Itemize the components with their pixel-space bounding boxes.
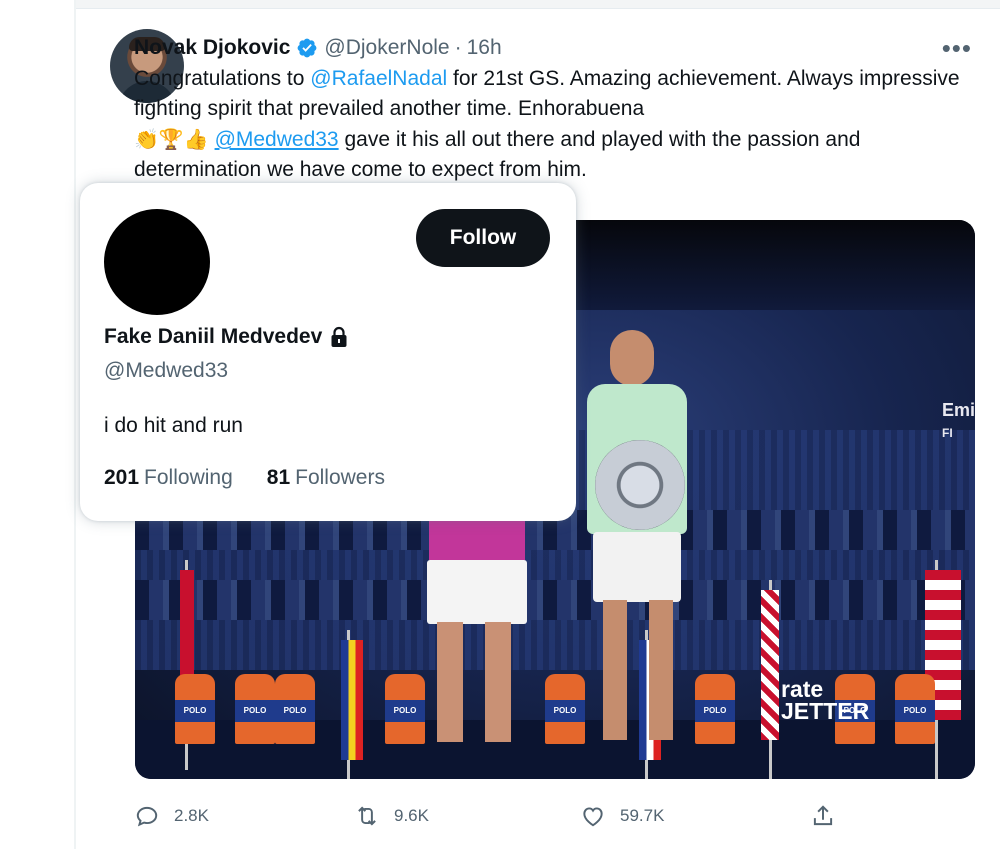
mention-rafaelnadal-link[interactable]: @RafaelNadal: [310, 67, 447, 90]
like-icon: [583, 807, 603, 827]
ball-kid: POLO: [275, 674, 315, 744]
hover-card-avatar[interactable]: [104, 209, 210, 315]
hover-card-stats: 201 Following 81 Followers: [104, 466, 385, 490]
polo-strip: POLO: [275, 700, 315, 722]
followers-stat[interactable]: 81 Followers: [267, 466, 385, 490]
timeline-top-divider: [76, 0, 1000, 9]
following-count: 201: [104, 466, 140, 489]
like-button[interactable]: 59.7K: [580, 798, 664, 834]
author-name[interactable]: Novak Djokovic: [134, 36, 290, 60]
player-left-figure: [415, 520, 535, 779]
following-label: Following: [144, 466, 233, 489]
retweet-count: 9.6K: [394, 806, 429, 825]
flag: [341, 640, 363, 760]
hover-card-display-name[interactable]: Fake Daniil Medvedev: [104, 325, 322, 349]
sponsor-sign: Emi FI: [941, 400, 975, 440]
more-icon[interactable]: •••: [942, 33, 972, 64]
ball-kid: POLO: [175, 674, 215, 744]
runner-up-trophy-plate: [595, 440, 685, 530]
followers-label: Followers: [295, 466, 385, 489]
ball-kid: POLO: [235, 674, 275, 744]
reply-button[interactable]: 2.8K: [134, 798, 209, 834]
author-handle[interactable]: @DjokerNole: [324, 36, 449, 60]
profile-hover-card: Follow Fake Daniil Medvedev @Medwed33 i …: [80, 183, 576, 521]
followers-count: 81: [266, 466, 291, 489]
hover-card-bio: i do hit and run: [104, 414, 243, 437]
retweet-icon: [358, 806, 376, 826]
share-icon: [813, 805, 833, 826]
tweet-text-segment: Congratulations to: [134, 67, 311, 90]
tweet-action-bar: 2.8K 9.6K 59.7K: [134, 798, 914, 838]
flag: [180, 570, 194, 690]
sponsor-board: rate JETTER: [781, 676, 870, 724]
hover-card-handle[interactable]: @Medwed33: [104, 359, 228, 383]
mention-medwed33-link[interactable]: @Medwed33: [215, 128, 339, 151]
hover-card-name-row: Fake Daniil Medvedev: [104, 325, 348, 349]
flag: [761, 590, 779, 740]
header-separator: ·: [454, 36, 462, 59]
verified-badge-icon: [298, 38, 317, 58]
tweet-timestamp[interactable]: 16h: [467, 36, 502, 60]
lock-icon: [331, 326, 347, 347]
tweet-text: Congratulations to @RafaelNadal for 21st…: [134, 64, 984, 185]
share-button[interactable]: [810, 798, 850, 834]
follow-button[interactable]: Follow: [416, 209, 550, 267]
emoji-group: 👏🏆👍: [134, 127, 209, 151]
following-stat[interactable]: 201 Following: [104, 466, 233, 490]
reply-count: 2.8K: [174, 806, 209, 825]
polo-strip: POLO: [235, 700, 275, 722]
polo-strip: POLO: [175, 700, 215, 722]
like-count: 59.7K: [620, 806, 665, 825]
player-right-figure: [565, 310, 705, 779]
ball-kid: POLO: [895, 674, 935, 744]
reply-icon: [136, 806, 158, 827]
tweet-header: Novak Djokovic @DjokerNole · 16h: [134, 35, 502, 61]
crowd-row: [135, 580, 975, 620]
retweet-button[interactable]: 9.6K: [354, 798, 429, 834]
polo-strip: POLO: [895, 700, 935, 722]
